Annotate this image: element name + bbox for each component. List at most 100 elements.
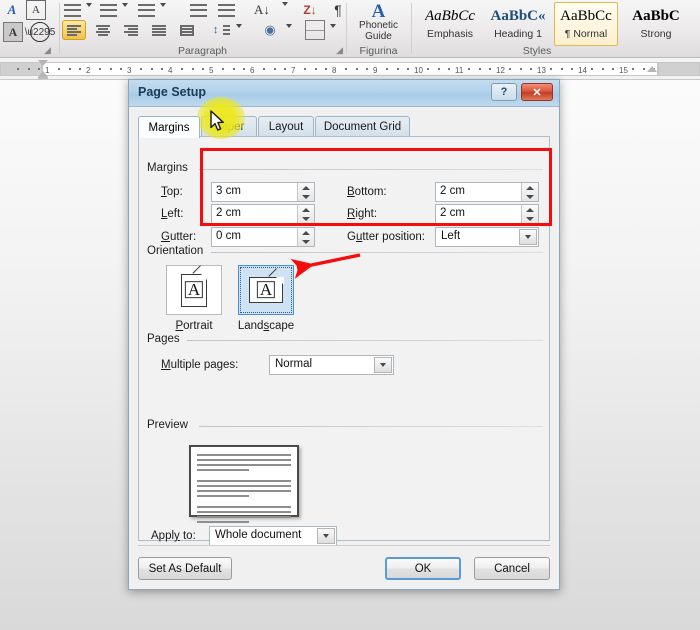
- orientation-landscape-tile[interactable]: A: [238, 265, 294, 315]
- ruler-minor-tick: [345, 67, 348, 70]
- bottom-margin-stepper[interactable]: [521, 183, 538, 201]
- help-icon[interactable]: ?: [491, 83, 517, 101]
- borders-icon[interactable]: [304, 20, 326, 40]
- right-margin-stepper[interactable]: [521, 205, 538, 223]
- ok-button[interactable]: OK: [385, 557, 461, 580]
- bottom-margin-spinner[interactable]: 2 cm: [435, 182, 539, 202]
- multiple-pages-combo[interactable]: Normal: [269, 355, 394, 375]
- bullets-dropdown-icon[interactable]: [86, 3, 92, 7]
- ruler-minor-tick: [601, 67, 604, 70]
- gutter-spinner[interactable]: 0 cm: [211, 227, 315, 247]
- label-gutter-position: Gutter position:: [347, 231, 426, 243]
- bullets-icon[interactable]: [62, 0, 82, 20]
- close-icon[interactable]: ✕: [521, 83, 553, 101]
- style-item-emphasis[interactable]: AaBbCc Emphasis: [418, 2, 482, 46]
- decrease-indent-icon[interactable]: [188, 0, 208, 20]
- cancel-button[interactable]: Cancel: [474, 557, 550, 580]
- ruler-minor-tick: [242, 67, 245, 70]
- dialog-title: Page Setup: [138, 85, 207, 99]
- tab-margins[interactable]: Margins: [138, 116, 200, 138]
- tab-layout[interactable]: Layout: [258, 116, 314, 137]
- style-name: Heading 1: [494, 28, 542, 40]
- style-item-normal[interactable]: AaBbCc ¶ Normal: [554, 2, 618, 46]
- ruler-tick-label: 12: [496, 66, 505, 75]
- font-dialog-launcher-icon[interactable]: ◢: [44, 45, 51, 56]
- align-left-icon[interactable]: [62, 20, 86, 40]
- group-rule-orientation: [211, 252, 543, 253]
- preview-text-line: [197, 454, 291, 456]
- apply-to-combo[interactable]: Whole document: [209, 526, 337, 546]
- tab-document-grid[interactable]: Document Grid: [315, 116, 410, 137]
- ribbon-group-font-tail: A A A \u2295 ◢: [0, 0, 58, 58]
- ruler-minor-tick: [273, 67, 276, 70]
- chevron-down-icon[interactable]: [519, 229, 537, 245]
- tab-paper[interactable]: Paper: [201, 116, 257, 137]
- set-as-default-button[interactable]: Set As Default: [138, 557, 232, 580]
- left-indent-marker[interactable]: [38, 77, 48, 79]
- ruler-minor-tick: [232, 67, 235, 70]
- sort-dropdown-icon[interactable]: [282, 2, 288, 6]
- ruler-minor-tick: [314, 67, 317, 70]
- ruler-minor-tick: [58, 67, 61, 70]
- shading-icon[interactable]: ◉: [258, 20, 282, 40]
- orientation-portrait-tile[interactable]: A: [166, 264, 222, 315]
- borders-dropdown-icon[interactable]: [330, 24, 336, 28]
- gutter-position-combo[interactable]: Left: [435, 227, 539, 247]
- align-right-icon[interactable]: [120, 20, 142, 40]
- multilevel-list-icon[interactable]: [136, 0, 156, 20]
- chevron-down-icon[interactable]: [374, 357, 392, 373]
- ruler-minor-tick: [468, 67, 471, 70]
- justify-icon[interactable]: [148, 20, 170, 40]
- line-spacing-dropdown-icon[interactable]: [236, 24, 242, 28]
- character-shading-icon[interactable]: A: [3, 22, 23, 42]
- ribbon-group-label-figurina: Figurina: [359, 45, 398, 57]
- numbering-icon[interactable]: [98, 0, 118, 20]
- numbering-dropdown-icon[interactable]: [122, 3, 128, 7]
- character-border-icon[interactable]: A: [26, 0, 46, 20]
- align-center-icon[interactable]: [92, 20, 114, 40]
- ruler-minor-tick: [519, 67, 522, 70]
- left-margin-spinner[interactable]: 2 cm: [211, 204, 315, 224]
- show-formatting-marks-icon[interactable]: ¶: [328, 0, 348, 20]
- dialog-titlebar[interactable]: Page Setup ? ✕: [129, 80, 559, 107]
- label-gutter: Gutter:: [161, 231, 197, 243]
- ruler-minor-tick: [488, 67, 491, 70]
- top-margin-spinner[interactable]: 3 cm: [211, 182, 315, 202]
- label-right: Right:: [347, 208, 378, 220]
- ruler-minor-tick: [109, 67, 112, 70]
- horizontal-ruler[interactable]: 1 2 3 4 5 6 7 8 9 10 11 12 13 14 15: [0, 58, 700, 80]
- ribbon-group-label-styles: Styles: [522, 45, 552, 57]
- right-indent-marker[interactable]: [647, 66, 657, 72]
- ruler-minor-tick: [68, 67, 71, 70]
- preview-text-line: [197, 490, 291, 492]
- group-rule-pages: [187, 340, 543, 341]
- ribbon-group-figurina: A Phonetic Guide Figurina: [347, 0, 410, 58]
- ruler-text-zone: [42, 62, 658, 76]
- preview-text-line: [197, 511, 291, 513]
- enclose-characters-icon[interactable]: \u2295: [25, 22, 55, 42]
- first-line-indent-marker[interactable]: [38, 60, 48, 66]
- multilevel-list-dropdown-icon[interactable]: [160, 3, 166, 7]
- ribbon: A A A \u2295 ◢ A↓ Z↓ ¶ ↕ ◉ Paragraph ◢ A…: [0, 0, 700, 58]
- right-margin-spinner[interactable]: 2 cm: [435, 204, 539, 224]
- style-item-heading-1[interactable]: AaBbC« Heading 1: [486, 2, 550, 46]
- style-item-strong[interactable]: AaBbC Strong: [624, 2, 688, 46]
- chevron-down-icon[interactable]: [317, 528, 335, 544]
- paragraph-dialog-launcher-icon[interactable]: ◢: [336, 45, 343, 56]
- gutter-stepper[interactable]: [297, 228, 314, 246]
- label-top: Top:: [161, 186, 183, 198]
- sort-za-icon[interactable]: Z↓: [300, 0, 320, 20]
- increase-indent-icon[interactable]: [216, 0, 236, 20]
- label-apply-to: Apply to:: [151, 530, 196, 542]
- left-margin-stepper[interactable]: [297, 205, 314, 223]
- shading-dropdown-icon[interactable]: [286, 24, 292, 28]
- ruler-minor-tick: [570, 67, 573, 70]
- text-effects-icon[interactable]: A: [2, 0, 22, 20]
- ruler-minor-tick: [365, 67, 368, 70]
- top-margin-stepper[interactable]: [297, 183, 314, 201]
- line-spacing-icon[interactable]: ↕: [208, 20, 230, 40]
- ruler-minor-tick: [222, 67, 225, 70]
- sort-icon[interactable]: A↓: [252, 0, 272, 20]
- ribbon-group-label-paragraph: Paragraph: [177, 45, 228, 57]
- distributed-icon[interactable]: [176, 20, 198, 40]
